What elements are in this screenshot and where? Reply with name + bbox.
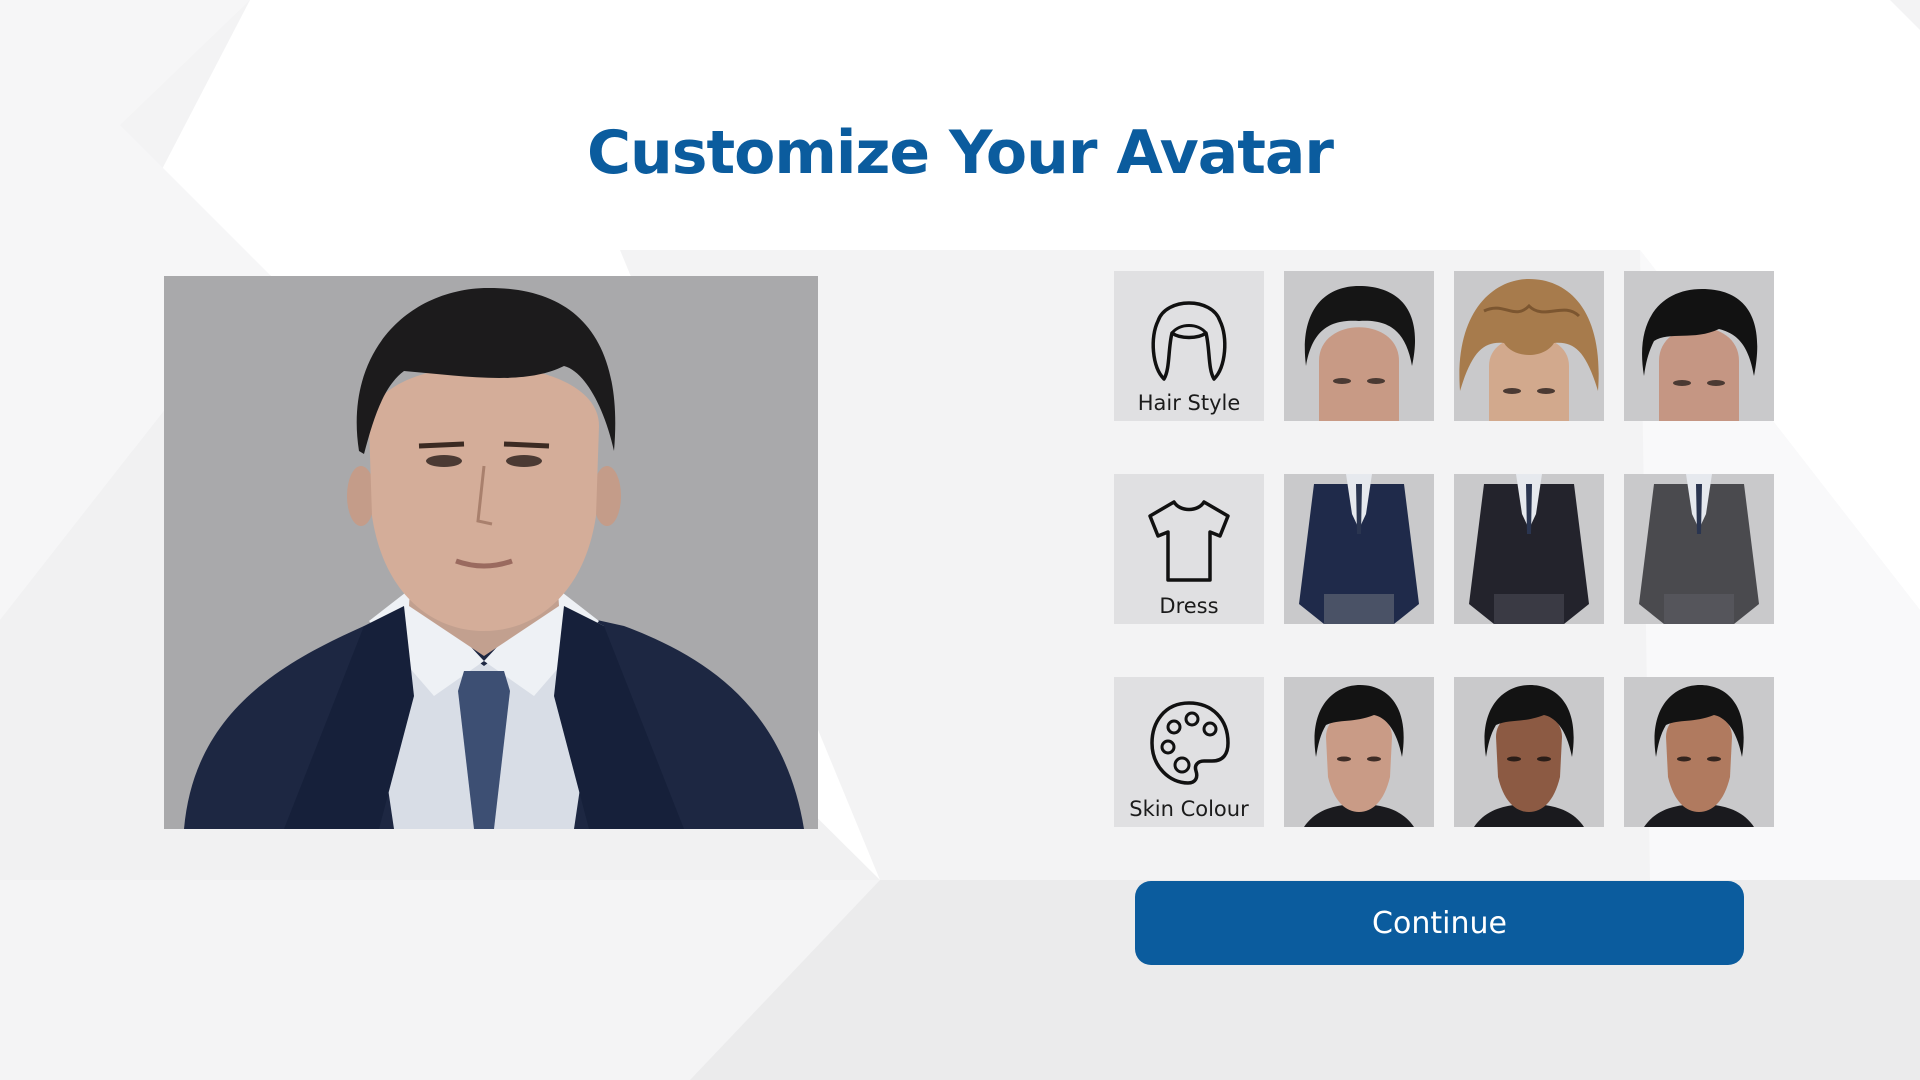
category-skin-colour[interactable]: Skin Colour — [1114, 677, 1264, 827]
avatar-preview-image — [164, 276, 818, 829]
category-label: Dress — [1159, 594, 1219, 618]
hair-option-1[interactable] — [1284, 271, 1434, 421]
category-hair-style[interactable]: Hair Style — [1114, 271, 1264, 421]
continue-button[interactable]: Continue — [1135, 881, 1744, 965]
category-dress[interactable]: Dress — [1114, 474, 1264, 624]
skin-option-2[interactable] — [1454, 677, 1604, 827]
palette-icon — [1150, 701, 1230, 785]
hair-option-2[interactable] — [1454, 271, 1604, 421]
hair-style-row: Hair Style — [1114, 271, 1774, 421]
category-label: Hair Style — [1137, 391, 1241, 415]
dress-row: Dress — [1114, 474, 1774, 624]
avatar-preview — [164, 276, 818, 829]
skin-colour-row: Skin Colour — [1114, 677, 1774, 827]
dress-option-1[interactable] — [1284, 474, 1434, 624]
category-label: Skin Colour — [1129, 797, 1249, 821]
dress-option-3[interactable] — [1624, 474, 1774, 624]
skin-option-1[interactable] — [1284, 677, 1434, 827]
hair-option-3[interactable] — [1624, 271, 1774, 421]
dress-option-2[interactable] — [1454, 474, 1604, 624]
page-title: Customize Your Avatar — [587, 118, 1334, 188]
hair-icon — [1151, 301, 1227, 381]
skin-option-3[interactable] — [1624, 677, 1774, 827]
tshirt-icon — [1148, 500, 1230, 582]
